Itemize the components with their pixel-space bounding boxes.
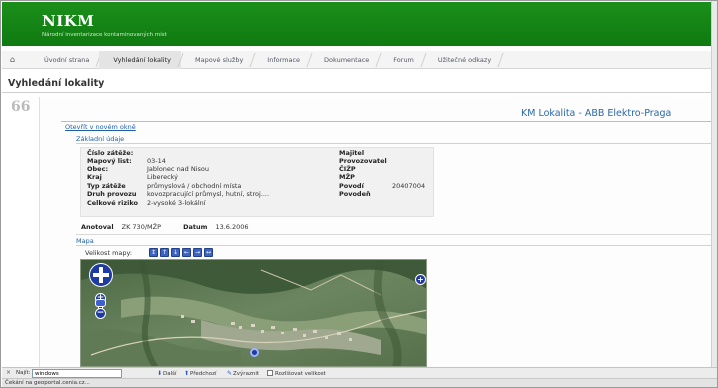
annotation-divider: [76, 234, 712, 235]
field-obec-value: Jablonec nad Nisou: [147, 165, 210, 173]
map-size-grow-horizontal-icon[interactable]: →: [193, 248, 202, 257]
map-size-label: Velikost mapy:: [85, 249, 133, 257]
basic-info-divider: [76, 143, 712, 144]
site-logo-title[interactable]: NIKM: [42, 12, 94, 30]
map-size-left-right-icon[interactable]: ↔: [204, 248, 213, 257]
find-highlight-button[interactable]: ✎Zvýraznit: [227, 370, 259, 377]
main-nav: ⌂ Úvodní strana Vyhledání lokality Mapov…: [2, 51, 712, 69]
field-druh-provozu: Druh provozu: [87, 190, 137, 198]
field-label: Mapový list:: [87, 157, 132, 165]
annotated-value: ZK 730/MŽP: [121, 223, 161, 231]
map-size-shrink-vertical-icon[interactable]: ↑: [160, 248, 169, 257]
field-povodi-value: 20407004: [392, 182, 426, 190]
map-section-divider: [76, 245, 712, 246]
field-mzp: MŽP: [339, 173, 355, 181]
basic-info-section-label[interactable]: Základní údaje: [76, 135, 124, 143]
field-celkove-riziko: Celkové riziko: [87, 199, 138, 207]
locality-divider: [61, 121, 711, 122]
field-typ-zateze-value: průmyslová / obchodní místa: [147, 182, 242, 190]
field-obec: Obec:: [87, 165, 108, 173]
field-label: Číslo zátěže:: [87, 149, 134, 157]
find-bar: × Najít: ⬇Další ⬆Předchozí ✎Zvýraznit Ro…: [2, 367, 717, 378]
page-scrollbar[interactable]: [711, 1, 717, 367]
nav-item-vyhledani-lokality[interactable]: Vyhledání lokality: [99, 51, 181, 69]
map-zoom-out-icon[interactable]: −: [95, 308, 106, 319]
nav-item-informace[interactable]: Informace: [253, 51, 310, 69]
page-title: Vyhledání lokality: [8, 78, 105, 89]
map-zoom-handle[interactable]: [95, 299, 106, 307]
field-label: Celkové riziko: [87, 199, 138, 207]
map-size-buttons: ↕ ↑ ↓ ← → ↔: [149, 248, 213, 257]
checkbox-icon: [267, 370, 273, 376]
find-match-case-checkbox[interactable]: Rozlišovat velikost: [267, 370, 326, 377]
site-subtitle: Národní inventarizace kontaminovaných mí…: [42, 32, 167, 38]
browser-window: NIKM Národní inventarizace kontaminovaný…: [0, 0, 718, 388]
arrow-down-icon: ⬇: [157, 370, 163, 377]
quote-icon: 66: [11, 99, 31, 115]
nav-item-mapove-sluzby[interactable]: Mapové služby: [181, 51, 253, 69]
field-label: Obec:: [87, 165, 109, 173]
find-close-icon[interactable]: ×: [6, 369, 11, 376]
field-povodi: Povodí: [339, 182, 364, 190]
map-size-up-down-icon[interactable]: ↕: [149, 248, 158, 257]
find-previous-button[interactable]: ⬆Předchozí: [184, 370, 217, 377]
field-druh-provozu-value: kovozpracující průmysl, hutní, stroj....: [147, 190, 270, 198]
map-layers-plus-icon[interactable]: +: [415, 274, 426, 285]
map-pan-icon[interactable]: [89, 263, 113, 287]
map-section-label[interactable]: Mapa: [76, 237, 94, 245]
field-label: Kraj: [87, 173, 102, 181]
field-provozovatel: Provozovatel: [339, 157, 387, 165]
open-new-window-link[interactable]: Otevřít v novém okně: [65, 123, 136, 131]
annotated-label: Anotoval: [81, 223, 114, 231]
map-location-marker-icon[interactable]: [250, 348, 259, 357]
nav-item-uvodni-strana[interactable]: Úvodní strana: [30, 51, 99, 69]
nav-item-uzitecne-odkazy[interactable]: Užitečné odkazy: [424, 51, 501, 69]
locality-name: KM Lokalita - ABB Elektro-Praga: [521, 108, 672, 119]
field-cizp: ČIŽP: [339, 165, 356, 173]
find-input[interactable]: [32, 369, 122, 378]
field-mapovy-list-value: 03-14: [147, 157, 166, 165]
field-typ-zateze: Typ zátěže: [87, 182, 126, 190]
site-header: NIKM Národní inventarizace kontaminovaný…: [2, 2, 712, 46]
home-icon[interactable]: ⌂: [10, 55, 15, 64]
nav-item-forum[interactable]: Forum: [379, 51, 424, 69]
date-value: 13.6.2006: [215, 223, 249, 231]
date-label: Datum: [183, 223, 208, 231]
field-label: Druh provozu: [87, 190, 137, 198]
status-bar: Čekání na geoportal.cenia.cz...: [2, 378, 717, 387]
field-label: Typ zátěže: [87, 182, 126, 190]
map-size-shrink-horizontal-icon[interactable]: ←: [182, 248, 191, 257]
annotation-row: Anotoval ZK 730/MŽP Datum 13.6.2006: [81, 223, 249, 231]
field-majitel: Majitel: [339, 149, 365, 157]
find-label: Najít:: [16, 370, 31, 376]
field-celkove-riziko-value: 2-vysoké 3-lokální: [147, 199, 206, 207]
find-next-button[interactable]: ⬇Další: [157, 370, 177, 377]
field-povoden: Povodeň: [339, 190, 371, 198]
field-kraj: Kraj: [87, 173, 102, 181]
highlighter-icon: ✎: [227, 370, 233, 377]
nav-item-dokumentace[interactable]: Dokumentace: [310, 51, 379, 69]
map-size-grow-vertical-icon[interactable]: ↓: [171, 248, 180, 257]
field-mapovy-list: Mapový list:: [87, 157, 132, 165]
arrow-up-icon: ⬆: [184, 370, 190, 377]
title-divider: [2, 92, 712, 93]
field-cislo-zateze: Číslo zátěže:: [87, 149, 133, 157]
field-kraj-value: Liberecký: [147, 173, 179, 181]
